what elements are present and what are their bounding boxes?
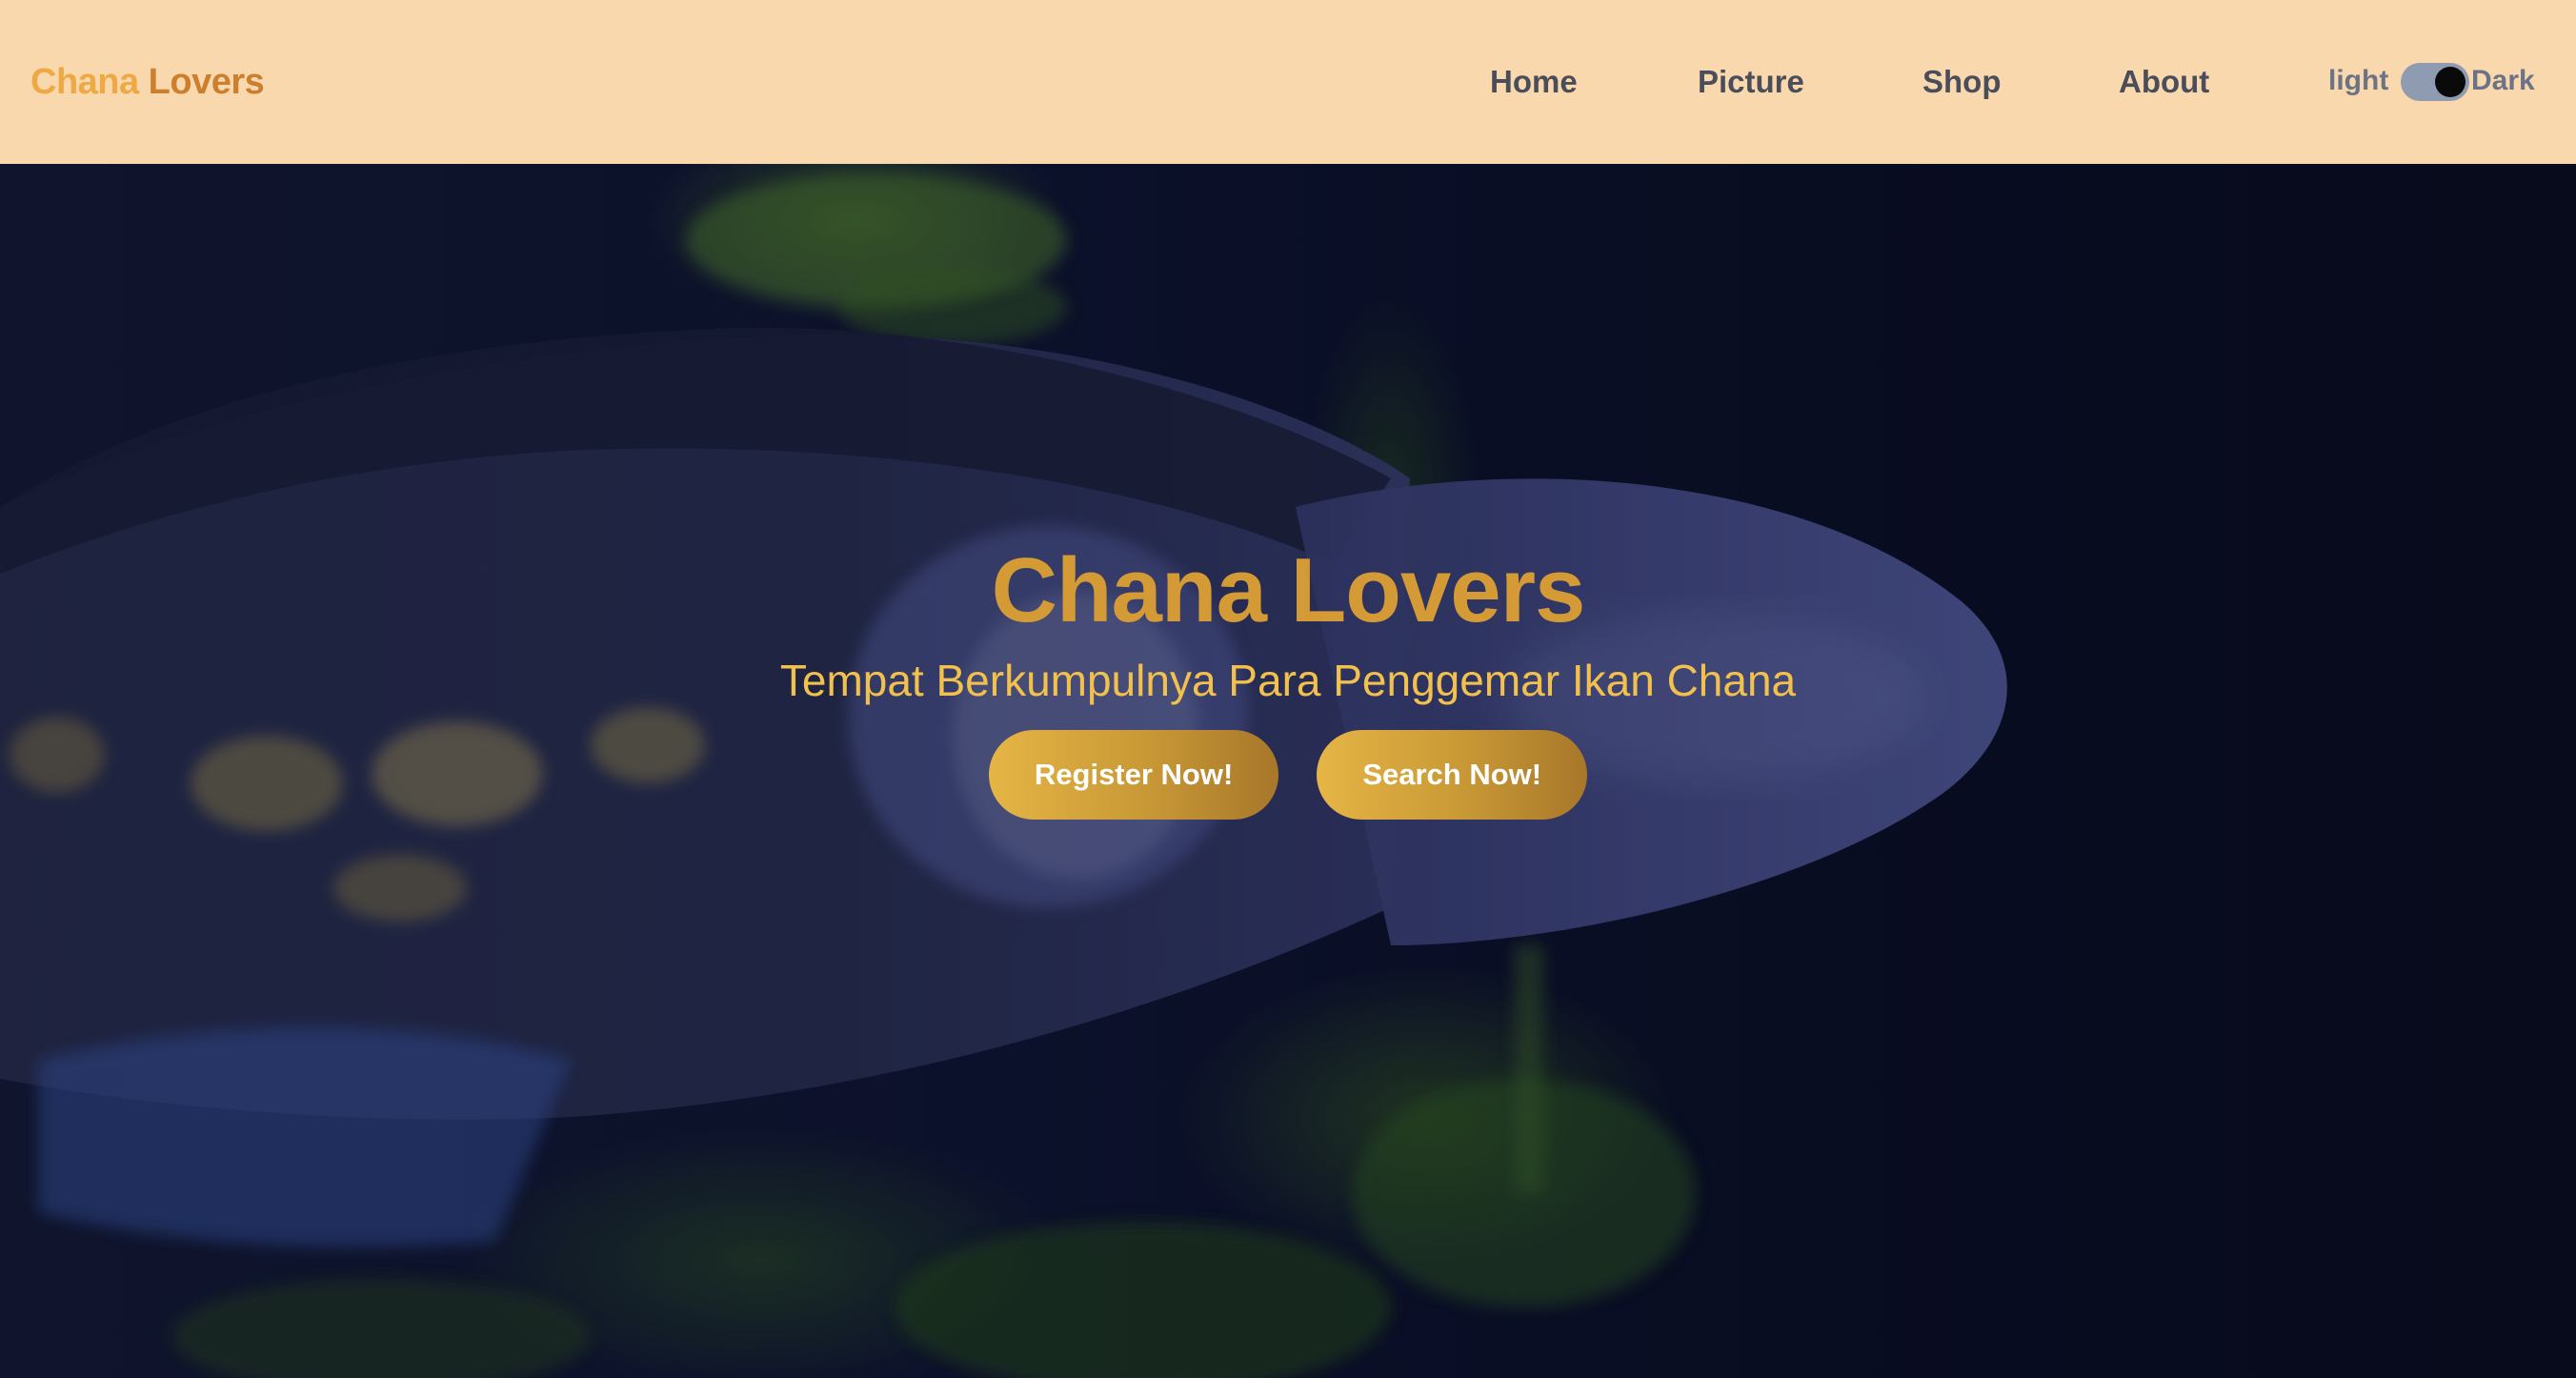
search-button[interactable]: Search Now!: [1317, 729, 1588, 820]
hero-content: Chana Lovers Tempat Berkumpulnya Para Pe…: [0, 540, 2576, 820]
nav-picture[interactable]: Picture: [1698, 64, 1804, 100]
toggle-knob: [2435, 67, 2465, 97]
nav-shop[interactable]: Shop: [1922, 64, 2001, 100]
hero-subtitle: Tempat Berkumpulnya Para Penggemar Ikan …: [779, 655, 1797, 705]
hero-buttons: Register Now! Search Now!: [0, 729, 2576, 820]
navbar: Chana Lovers Home Picture Shop About ligh…: [0, 0, 2576, 164]
brand-second-word: Lovers: [148, 61, 265, 102]
theme-switcher: light Dark: [2328, 0, 2557, 164]
brand-first-word: Chana: [30, 61, 139, 102]
theme-toggle[interactable]: [2401, 63, 2469, 101]
hero-section: Chana Lovers Tempat Berkumpulnya Para Pe…: [0, 164, 2576, 1378]
hero-title: Chana Lovers: [991, 539, 1586, 641]
nav-home[interactable]: Home: [1490, 64, 1578, 100]
nav-about[interactable]: About: [2119, 64, 2209, 100]
theme-dark-label: Dark: [2471, 65, 2535, 96]
brand-logo[interactable]: Chana Lovers: [30, 61, 265, 103]
register-button[interactable]: Register Now!: [988, 729, 1279, 820]
theme-light-label: light: [2328, 65, 2389, 96]
